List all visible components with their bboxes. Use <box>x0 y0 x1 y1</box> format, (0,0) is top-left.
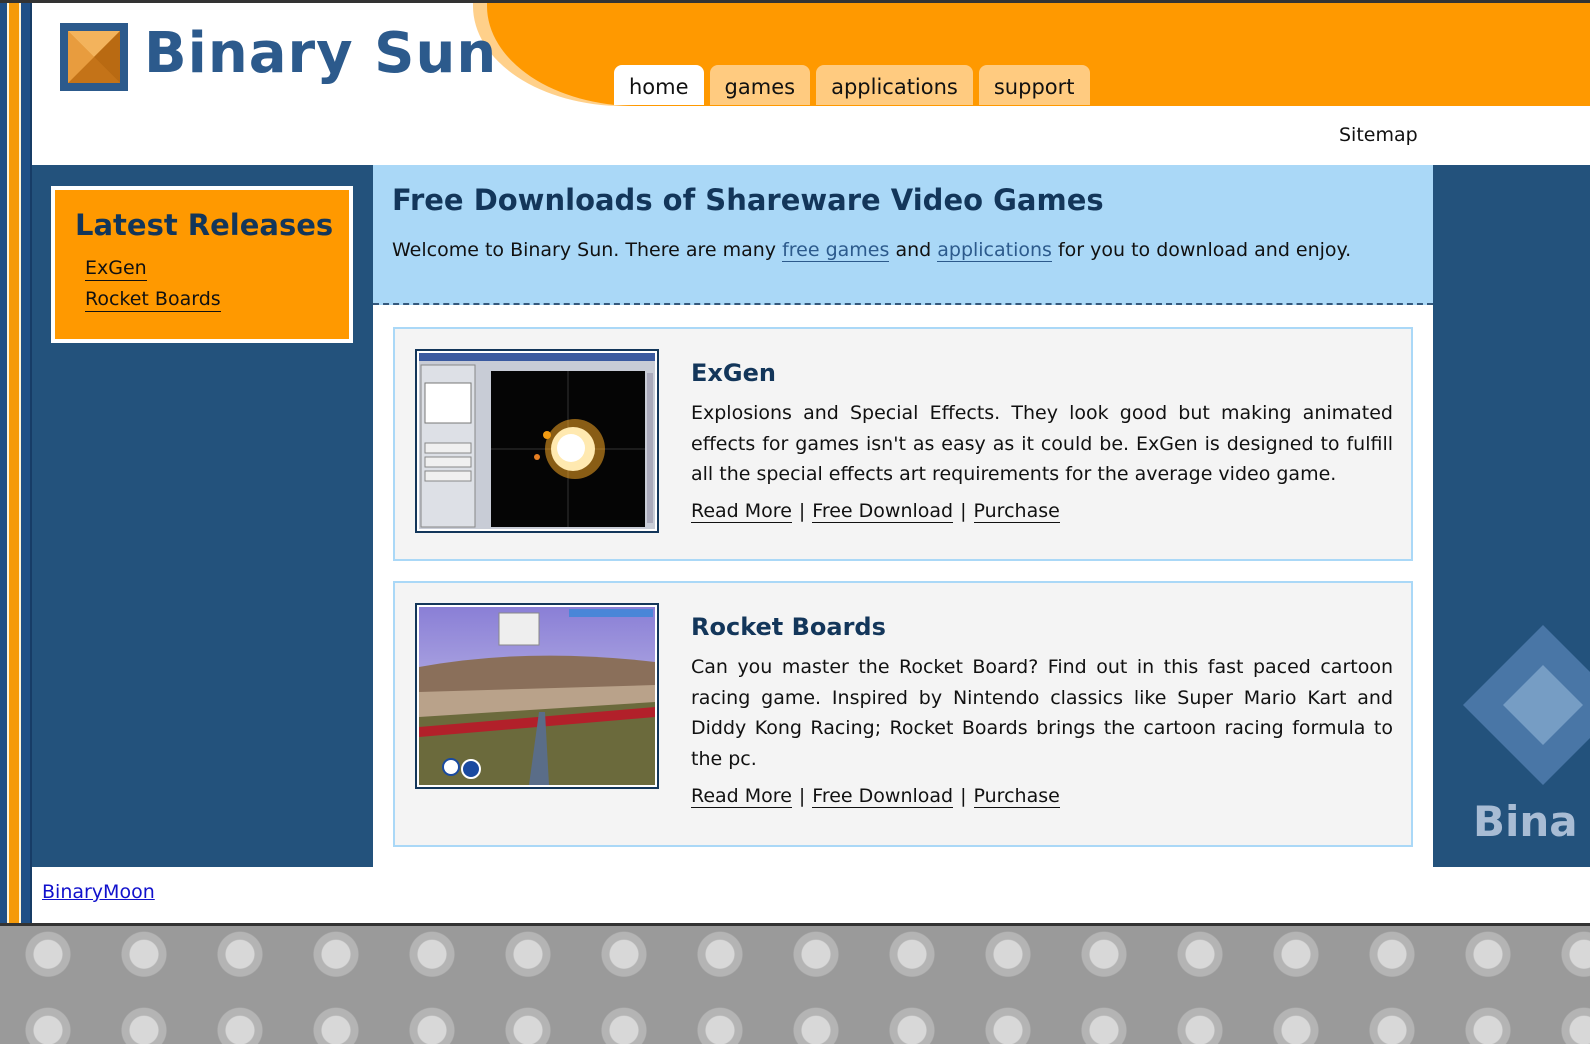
tab-applications[interactable]: applications <box>816 65 973 105</box>
right-decoration: Bina <box>1433 165 1590 867</box>
link-separator: | <box>960 500 967 522</box>
logo-watermark-text: Bina <box>1473 797 1578 846</box>
product-desc-exgen: Explosions and Special Effects. They loo… <box>691 402 1393 485</box>
intro-panel: Free Downloads of Shareware Video Games … <box>373 165 1433 305</box>
footer-binarymoon-link[interactable]: BinaryMoon <box>42 881 155 903</box>
rocket-boards-race-image <box>419 607 655 785</box>
product-card-rocket-boards: Rocket Boards Can you master the Rocket … <box>393 581 1413 847</box>
exgen-screenshot[interactable] <box>415 349 659 533</box>
link-separator: | <box>960 785 967 807</box>
exgen-explosion-image <box>419 353 655 529</box>
exgen-purchase-link[interactable]: Purchase <box>973 500 1060 523</box>
sidebar-link-rocket-boards[interactable]: Rocket Boards <box>85 287 221 312</box>
sidebar-link-exgen[interactable]: ExGen <box>85 256 147 281</box>
page: Binary Sun home games applications suppo… <box>0 0 1590 926</box>
product-links-rocket-boards: Read More | Free Download | Purchase <box>691 785 1060 808</box>
rocket-boards-screenshot-image <box>419 607 655 785</box>
main-nav-tabs: home games applications support <box>614 65 1090 107</box>
product-desc-rocket-boards: Can you master the Rocket Board? Find ou… <box>691 656 1393 770</box>
free-games-link[interactable]: free games <box>782 239 890 262</box>
link-separator: | <box>798 785 806 807</box>
product-title-exgen: ExGen <box>691 359 776 387</box>
product-title-rocket-boards: Rocket Boards <box>691 613 886 641</box>
tab-home[interactable]: home <box>614 65 704 105</box>
latest-releases-title: Latest Releases <box>75 208 334 242</box>
intro-text-before: Welcome to Binary Sun. There are many <box>392 239 783 261</box>
exgen-read-more-link[interactable]: Read More <box>691 500 792 523</box>
header: Binary Sun home games applications suppo… <box>32 3 1590 165</box>
product-links-exgen: Read More | Free Download | Purchase <box>691 500 1060 523</box>
link-separator: | <box>798 500 806 522</box>
product-card-exgen: ExGen Explosions and Special Effects. Th… <box>393 327 1413 561</box>
tab-support[interactable]: support <box>978 65 1090 105</box>
exgen-free-download-link[interactable]: Free Download <box>812 500 954 523</box>
rocket-boards-free-download-link[interactable]: Free Download <box>812 785 954 808</box>
film-strip-border <box>0 3 32 923</box>
rocket-boards-purchase-link[interactable]: Purchase <box>973 785 1060 808</box>
latest-releases-box: Latest Releases ExGen Rocket Boards <box>51 186 353 343</box>
sitemap-link[interactable]: Sitemap <box>1339 124 1418 146</box>
intro-text: Welcome to Binary Sun. There are many fr… <box>392 239 1352 262</box>
rocket-boards-screenshot[interactable] <box>415 603 659 789</box>
intro-text-after: for you to download and enjoy. <box>1051 239 1352 261</box>
intro-text-mid: and <box>889 239 938 261</box>
logo-icon <box>60 23 128 91</box>
applications-link[interactable]: applications <box>937 239 1052 262</box>
exgen-screenshot-image <box>419 353 655 529</box>
page-title: Free Downloads of Shareware Video Games <box>392 183 1104 217</box>
content-column: Free Downloads of Shareware Video Games … <box>373 165 1433 867</box>
site-logo-text[interactable]: Binary Sun <box>144 21 497 86</box>
tab-games[interactable]: games <box>709 65 811 105</box>
rocket-boards-read-more-link[interactable]: Read More <box>691 785 792 808</box>
main-area: Latest Releases ExGen Rocket Boards Free… <box>32 165 1590 867</box>
